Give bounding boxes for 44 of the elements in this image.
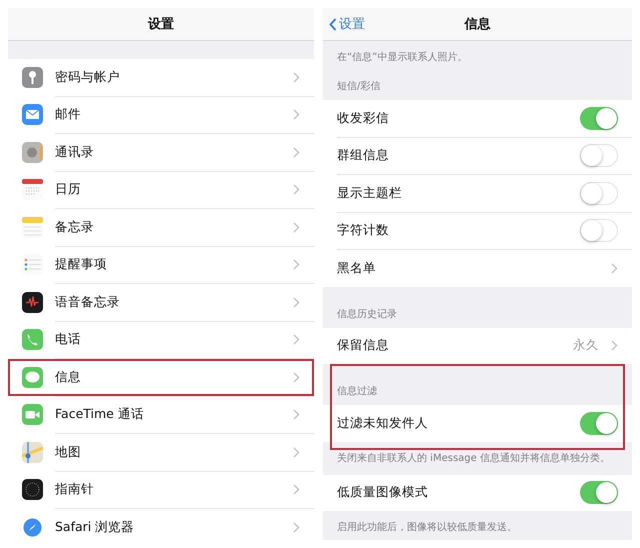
section-header: 信息过滤 bbox=[337, 384, 377, 398]
phone-icon bbox=[22, 329, 43, 350]
chevron-icon bbox=[293, 409, 300, 420]
toggle-switch[interactable] bbox=[580, 144, 618, 168]
back-button[interactable]: 设置 bbox=[329, 15, 365, 33]
back-chevron-icon bbox=[329, 18, 337, 30]
chevron-icon bbox=[293, 109, 300, 120]
compass-icon bbox=[22, 479, 43, 500]
chevron-icon bbox=[293, 522, 300, 533]
nav-title: 设置 bbox=[148, 16, 174, 33]
chevron-icon bbox=[293, 184, 300, 196]
chevron-icon bbox=[293, 222, 300, 233]
toggle-switch[interactable] bbox=[580, 412, 618, 435]
notes-icon bbox=[22, 216, 43, 238]
chevron-icon bbox=[293, 296, 300, 308]
chat-bubble-icon bbox=[22, 366, 43, 388]
section-footer: 关闭来自非联系人的 iMessage 信息通知并将信息单独分类。 bbox=[337, 452, 610, 464]
chevron-icon bbox=[293, 446, 300, 458]
section-header: 信息历史记录 bbox=[337, 308, 397, 320]
toggle-switch[interactable] bbox=[580, 481, 618, 504]
nav-title: 信息 bbox=[464, 16, 490, 33]
contacts-icon bbox=[22, 142, 43, 163]
settings-item[interactable]: 信息 bbox=[8, 359, 314, 396]
section-footer: 在“信息”中显示联系人照片。 bbox=[337, 52, 468, 63]
chevron-icon bbox=[293, 372, 300, 383]
chevron-icon bbox=[293, 72, 300, 83]
toggle-switch[interactable] bbox=[580, 106, 618, 130]
section-footer: 启用此功能后，图像将以较低质量发送。 bbox=[337, 522, 517, 533]
envelope-icon bbox=[22, 104, 43, 126]
waveform-icon bbox=[22, 292, 43, 313]
map-icon bbox=[22, 442, 43, 463]
row-value: 永久 bbox=[573, 337, 599, 354]
video-camera-icon bbox=[22, 404, 43, 426]
compass-icon bbox=[22, 516, 43, 538]
chevron-icon bbox=[293, 334, 300, 346]
section-header: 短信/彩信 bbox=[337, 80, 380, 93]
chevron-icon bbox=[293, 484, 300, 496]
chevron-icon bbox=[611, 340, 618, 352]
chevron-icon bbox=[293, 259, 300, 270]
toggle-switch[interactable] bbox=[580, 219, 618, 242]
toggle-switch[interactable] bbox=[580, 182, 618, 205]
chevron-icon bbox=[293, 146, 300, 158]
key-icon bbox=[22, 66, 43, 88]
chevron-icon bbox=[611, 262, 618, 274]
